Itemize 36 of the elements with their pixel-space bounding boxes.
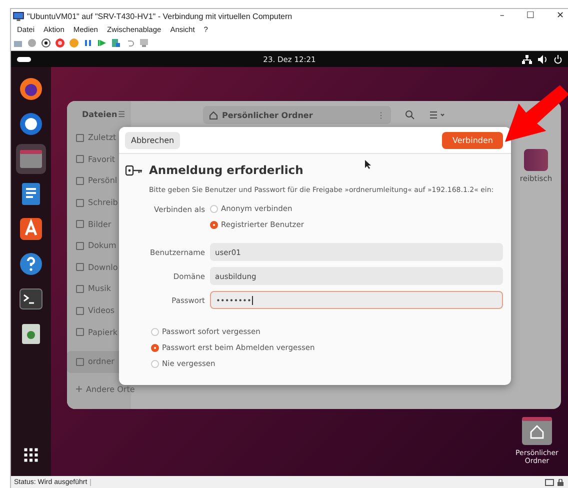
firefox-icon[interactable] bbox=[19, 77, 43, 101]
keyboard-icon bbox=[545, 478, 554, 486]
cancel-button[interactable]: Abbrechen bbox=[125, 132, 180, 148]
document-icon[interactable] bbox=[19, 182, 43, 206]
folder-icon[interactable] bbox=[19, 147, 43, 171]
home-icon bbox=[209, 110, 218, 120]
mail-icon[interactable] bbox=[19, 112, 43, 136]
monitor-icon bbox=[13, 12, 24, 20]
path-label: Persönlicher Ordner bbox=[222, 110, 314, 120]
pause-icon[interactable] bbox=[83, 38, 93, 48]
window-control-button[interactable]: ✕ bbox=[552, 11, 568, 21]
undo-icon[interactable] bbox=[125, 38, 135, 48]
lock-icon bbox=[557, 478, 564, 486]
window-title: "UbuntuVM01" auf "SRV-T430-HV1" - Verbindung mit virtuellen Computern bbox=[27, 12, 294, 20]
power-icon[interactable] bbox=[554, 54, 562, 64]
terminal-icon[interactable] bbox=[19, 287, 43, 311]
search-icon[interactable] bbox=[405, 110, 415, 120]
window-control-button[interactable]: – bbox=[496, 11, 508, 21]
sidebar-title: Dateien bbox=[82, 110, 118, 118]
window-control-button[interactable]: ☐ bbox=[522, 11, 538, 21]
home-folder-icon[interactable] bbox=[522, 417, 552, 445]
connect-button[interactable]: Verbinden bbox=[442, 132, 503, 148]
help-icon[interactable] bbox=[19, 252, 43, 276]
plus-icon bbox=[76, 386, 82, 392]
app-store-icon[interactable] bbox=[19, 217, 43, 241]
network-icon[interactable] bbox=[522, 54, 532, 64]
speaker-icon[interactable] bbox=[538, 54, 548, 64]
mouse-pointer-icon bbox=[365, 160, 371, 169]
path-bar[interactable]: Persönlicher Ordner ⋮ bbox=[203, 106, 391, 124]
play-icon[interactable] bbox=[97, 38, 107, 48]
workspace-indicator[interactable] bbox=[17, 56, 31, 62]
dialog-title: Anmeldung erforderlich bbox=[149, 163, 304, 177]
list-view-icon[interactable] bbox=[429, 110, 445, 120]
key-icon bbox=[125, 164, 143, 176]
app-grid-icon[interactable] bbox=[22, 446, 40, 464]
arrow-drawing bbox=[505, 85, 568, 142]
